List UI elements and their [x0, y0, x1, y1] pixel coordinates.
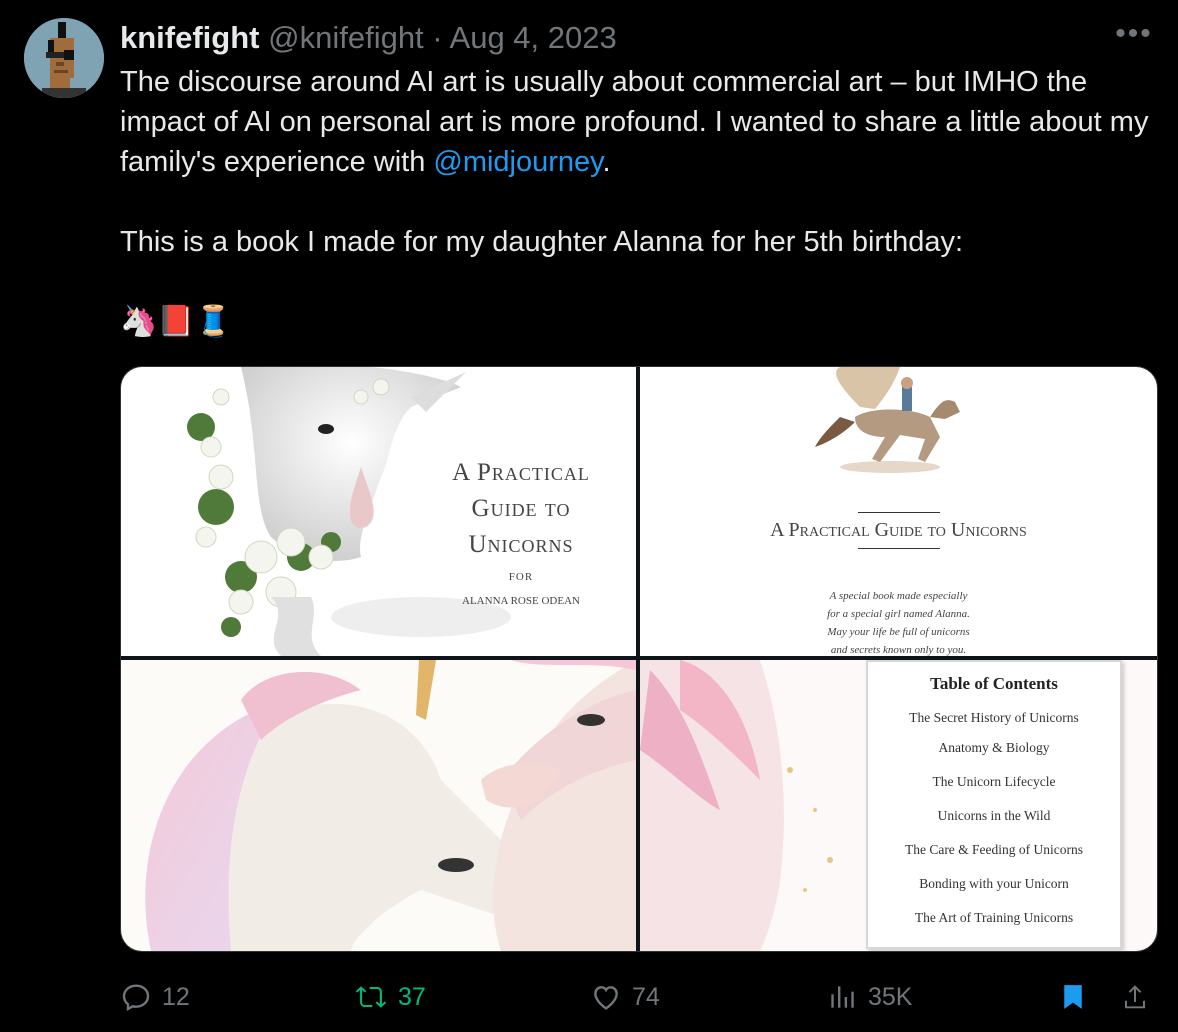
share-button[interactable]	[1120, 975, 1160, 1019]
cover-title-line: A Practical	[452, 459, 590, 486]
toc-item: Anatomy & Biology	[938, 740, 1050, 755]
unicorns-illustration	[145, 660, 636, 951]
mention-link[interactable]: @midjourney	[433, 146, 602, 178]
like-count: 74	[632, 982, 660, 1011]
divider	[858, 512, 940, 513]
cover-title-line: Unicorns	[468, 531, 574, 558]
dedication-line: and secrets known only to you.	[830, 644, 967, 656]
image-two-unicorns[interactable]	[121, 660, 636, 951]
toc-panel: Table of Contents The Secret History of …	[866, 660, 1122, 949]
text-segment: The discourse around AI art is usually a…	[120, 66, 1149, 178]
cover-for-label: FOR	[508, 571, 534, 583]
reply-count: 12	[162, 982, 190, 1011]
paragraph-2: This is a book I made for my daughter Al…	[120, 226, 964, 258]
retweet-count: 37	[398, 982, 426, 1011]
toc-item: Unicorns in the Wild	[937, 808, 1051, 823]
share-icon	[1125, 985, 1145, 1009]
like-button[interactable]: 74	[590, 975, 660, 1019]
reply-button[interactable]: 12	[120, 975, 190, 1019]
dedication: A special book made especially for a spe…	[640, 587, 1157, 656]
bookmark-icon	[1064, 985, 1082, 1009]
views-button[interactable]: 35K	[826, 975, 912, 1019]
paragraph-1: The discourse around AI art is usually a…	[120, 62, 1160, 182]
analytics-icon	[831, 986, 854, 1008]
pegasus-rider-illustration	[815, 367, 960, 473]
toc-item: The Unicorn Lifecycle	[932, 774, 1056, 789]
image-cover[interactable]: A Practical Guide to Unicorns FOR ALANNA…	[121, 367, 636, 656]
retweet-button[interactable]: 37	[354, 975, 426, 1019]
separator: ·	[432, 20, 443, 55]
toc-item: The Secret History of Unicorns	[909, 710, 1079, 725]
cover-recipient: ALANNA ROSE ODEAN	[462, 595, 580, 607]
handle[interactable]: @knifefight	[268, 20, 424, 55]
title-page-title: A Practical Guide to Unicorns	[770, 519, 1027, 541]
toc-item: The Art of Training Unicorns	[914, 910, 1074, 925]
display-name[interactable]: knifefight	[120, 20, 260, 55]
view-count: 35K	[868, 982, 913, 1011]
pixel-avatar-icon	[24, 18, 104, 98]
divider	[858, 548, 940, 549]
dedication-line: for a special girl named Alanna.	[827, 608, 970, 620]
toc-item: Bonding with your Unicorn	[919, 876, 1069, 891]
toc-item: The Care & Feeding of Unicorns	[904, 842, 1084, 857]
dedication-line: May your life be full of unicorns	[827, 626, 970, 638]
action-bar: 12 37 74 35K	[120, 975, 1160, 1019]
image-gallery: A Practical Guide to Unicorns FOR ALANNA…	[120, 366, 1158, 952]
text-segment: .	[602, 146, 611, 178]
tweet-header: knifefight @knifefight · Aug 4, 2023	[120, 18, 1148, 58]
emoji-line: 🦄📕🧵	[120, 305, 233, 338]
image-title-page[interactable]: A Practical Guide to Unicorns A special …	[640, 367, 1157, 656]
more-options-button[interactable]: •••	[1114, 19, 1154, 54]
timestamp[interactable]: Aug 4, 2023	[450, 20, 617, 55]
heart-icon	[594, 986, 618, 1010]
reply-icon	[122, 984, 150, 1012]
tweet-text: The discourse around AI art is usually a…	[120, 62, 1160, 342]
dedication-line: A special book made especially	[829, 590, 968, 602]
retweet-icon	[355, 986, 387, 1008]
cover-title-line: Guide to	[471, 495, 571, 522]
bookmark-button[interactable]	[1058, 975, 1098, 1019]
image-table-of-contents[interactable]: Table of Contents The Secret History of …	[640, 660, 1157, 951]
toc-title: Table of Contents	[930, 674, 1058, 693]
avatar[interactable]	[24, 18, 104, 98]
more-icon: •••	[1115, 17, 1153, 50]
cover-title: A Practical Guide to Unicorns	[421, 455, 621, 563]
